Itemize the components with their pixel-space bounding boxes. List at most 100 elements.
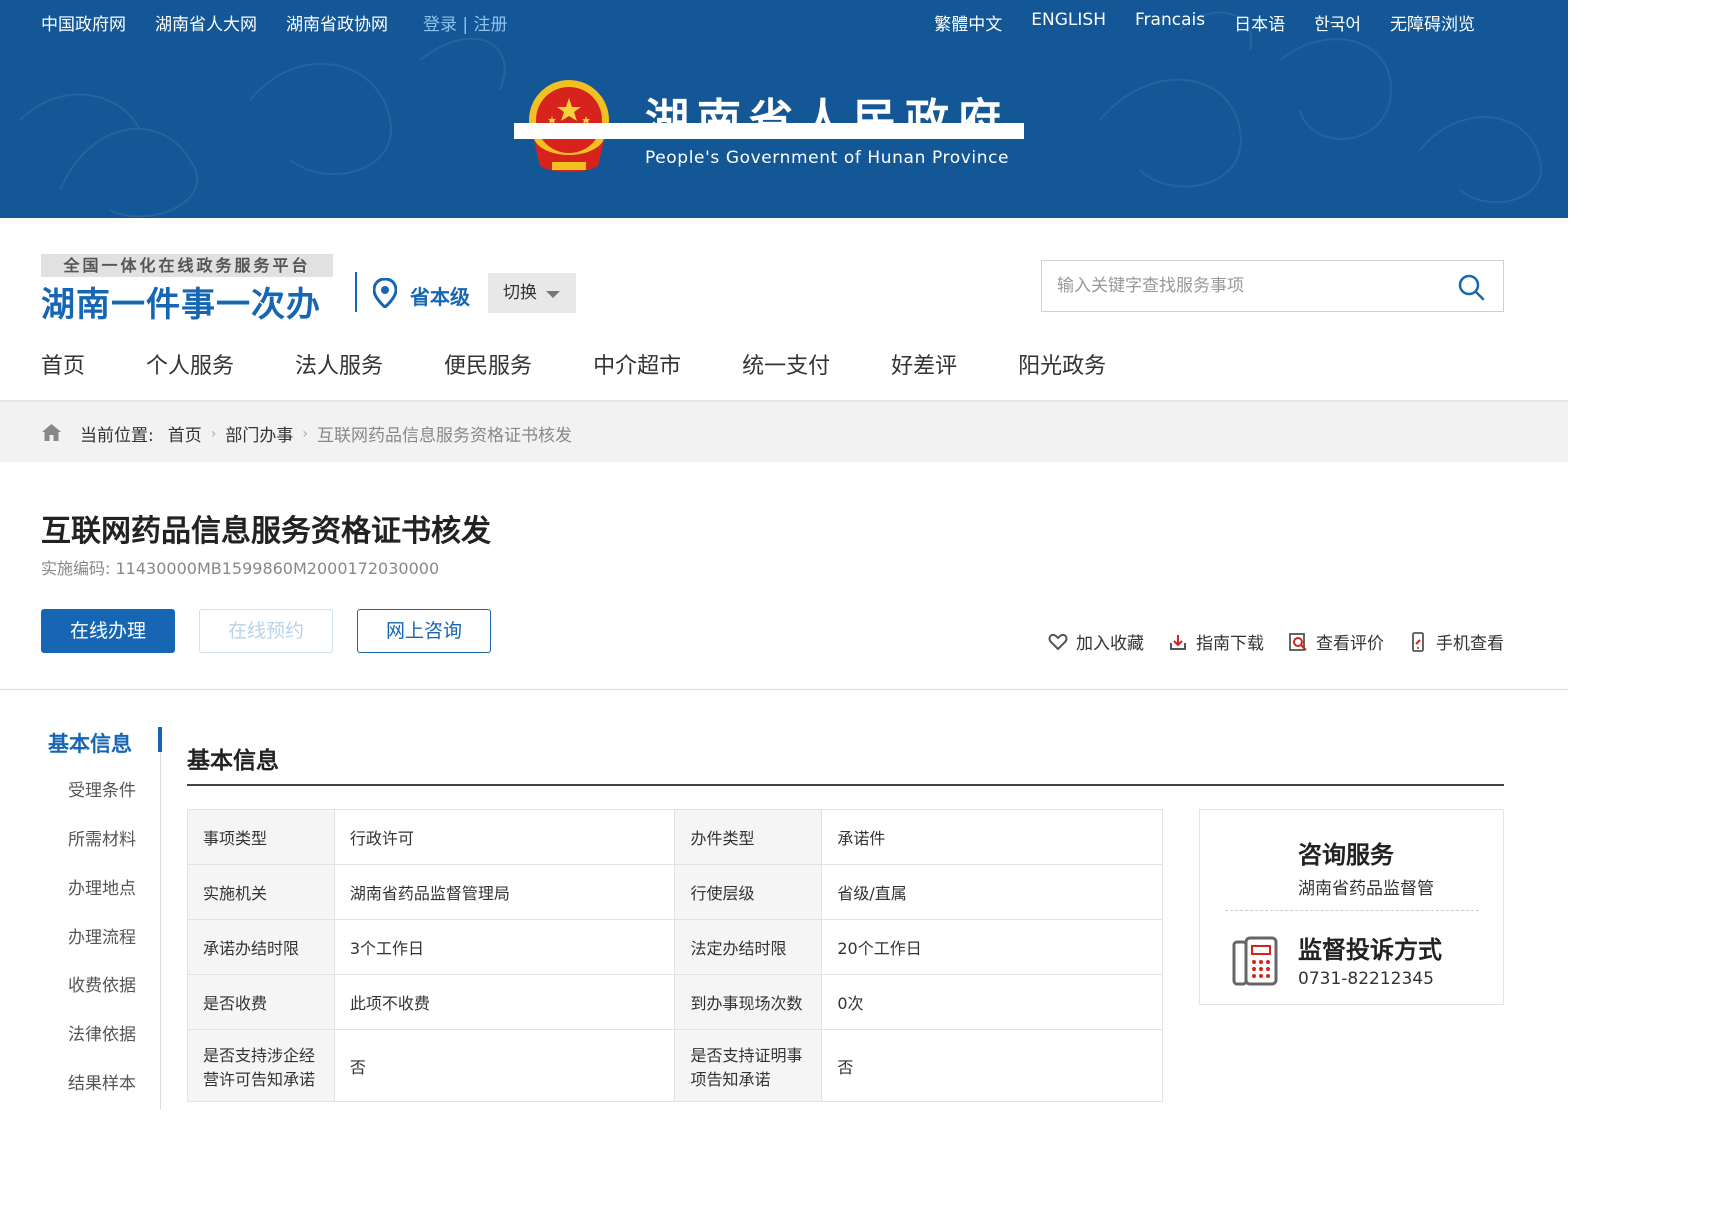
online-reserve-button[interactable]: 在线预约 (199, 609, 333, 653)
table-label: 实施机关 (187, 864, 335, 920)
brand-logo-text[interactable]: 湖南一件事一次办 (41, 277, 321, 326)
table-value: 行政许可 (333, 809, 676, 865)
table-value: 省级/直属 (821, 864, 1163, 920)
table-label: 到办事现场次数 (674, 974, 823, 1030)
online-consult-button[interactable]: 网上咨询 (357, 609, 491, 653)
heart-icon (1048, 633, 1068, 650)
region-switch-button[interactable]: 切换 (488, 273, 576, 313)
breadcrumb-department[interactable]: 部门办事 (225, 421, 293, 446)
table-value: 3个工作日 (333, 919, 676, 975)
title-overlay-bar (514, 123, 1024, 139)
nav-open-government[interactable]: 阳光政务 (1018, 348, 1106, 380)
search-box (1041, 260, 1504, 312)
nav-agency-market[interactable]: 中介超市 (593, 348, 681, 380)
table-row: 事项类型 行政许可 办件类型 承诺件 (187, 809, 1163, 865)
complaint-phone: 0731-82212345 (1298, 969, 1434, 989)
lang-traditional-chinese[interactable]: 繁體中文 (934, 10, 1002, 35)
favorite-link[interactable]: 加入收藏 (1048, 629, 1144, 654)
breadcrumb: 当前位置: 首页 › 部门办事 › 互联网药品信息服务资格证书核发 (0, 402, 1568, 462)
basic-info-table: 事项类型 行政许可 办件类型 承诺件 实施机关 湖南省药品监督管理局 行使层级 … (187, 809, 1163, 1102)
caret-down-icon (546, 291, 560, 298)
side-nav: 基本信息 受理条件 所需材料 办理地点 办理流程 收费依据 法律依据 结果样本 (0, 690, 163, 1110)
sidenav-item-process[interactable]: 办理流程 (68, 923, 136, 948)
section-title: 基本信息 (187, 748, 279, 774)
guide-download-link[interactable]: 指南下载 (1168, 629, 1264, 654)
table-value: 承诺件 (821, 809, 1163, 865)
implementation-code-value: 11430000MB1599860M2000172030000 (115, 559, 440, 578)
language-links: 繁體中文 ENGLISH Francais 日本语 한국어 无障碍浏览 (934, 10, 1475, 35)
top-links: 中国政府网 湖南省人大网 湖南省政协网 登录 | 注册 (41, 10, 508, 35)
nav-rating[interactable]: 好差评 (891, 348, 957, 380)
mobile-view-link[interactable]: 手机查看 (1408, 629, 1504, 654)
mobile-view-label: 手机查看 (1436, 634, 1504, 654)
table-label: 承诺办结时限 (187, 919, 335, 975)
view-rating-link[interactable]: 查看评价 (1288, 629, 1384, 654)
top-link-gov[interactable]: 中国政府网 (41, 10, 126, 35)
complaint-title: 监督投诉方式 (1298, 936, 1442, 964)
government-subtitle: People's Government of Hunan Province (645, 148, 1010, 168)
government-title: 湖南省人民政府 (645, 95, 1009, 128)
nav-legal-person[interactable]: 法人服务 (295, 348, 383, 380)
table-value: 否 (333, 1029, 676, 1102)
lang-english[interactable]: ENGLISH (1031, 10, 1106, 35)
register-link[interactable]: 注册 (474, 15, 508, 35)
sidenav-item-legal-basis[interactable]: 法律依据 (68, 1020, 136, 1045)
table-label: 是否支持证明事项告知承诺 (674, 1029, 823, 1102)
nav-personal[interactable]: 个人服务 (146, 348, 234, 380)
table-label: 办件类型 (674, 809, 823, 865)
consult-service-panel: 咨询服务 湖南省药品监督管 监督投诉方式 0731-82212345 (1199, 809, 1504, 1005)
section-title-rule (187, 784, 1504, 786)
breadcrumb-home[interactable]: 首页 (168, 421, 202, 446)
chevron-right-icon: › (210, 425, 217, 442)
search-icon[interactable] (1457, 273, 1485, 301)
tool-links: 加入收藏 指南下载 查看评价 手机查看 (1048, 629, 1504, 654)
login-link[interactable]: 登录 (423, 15, 457, 35)
section-divider (0, 689, 1568, 690)
mobile-phone-icon (1412, 631, 1424, 652)
breadcrumb-prefix: 当前位置: (80, 426, 154, 446)
implementation-code: 实施编码: 11430000MB1599860M2000172030000 (41, 555, 439, 579)
auth-links: 登录 | 注册 (423, 10, 508, 35)
sidenav-item-location[interactable]: 办理地点 (68, 874, 136, 899)
accessibility-link[interactable]: 无障碍浏览 (1390, 10, 1475, 35)
table-value: 0次 (821, 974, 1163, 1030)
breadcrumb-current: 互联网药品信息服务资格证书核发 (316, 426, 572, 446)
main-nav: 首页 个人服务 法人服务 便民服务 中介超市 统一支付 好差评 阳光政务 (41, 348, 1167, 380)
sidenav-item-materials[interactable]: 所需材料 (68, 825, 136, 850)
view-rating-label: 查看评价 (1316, 634, 1384, 654)
download-icon (1170, 634, 1186, 650)
sidenav-item-conditions[interactable]: 受理条件 (68, 776, 136, 801)
sidenav-item-sample[interactable]: 结果样本 (68, 1069, 136, 1094)
nav-unified-payment[interactable]: 统一支付 (742, 348, 830, 380)
online-apply-button[interactable]: 在线办理 (41, 609, 175, 653)
chevron-right-icon: › (302, 425, 308, 442)
location-pin-icon (373, 278, 397, 308)
lang-french[interactable]: Francais (1135, 10, 1205, 35)
nav-convenience[interactable]: 便民服务 (444, 348, 532, 380)
region-switch-label: 切换 (503, 283, 537, 303)
header-divider (355, 272, 357, 312)
region-label: 省本级 (410, 285, 470, 309)
consult-divider (1225, 910, 1479, 911)
table-value: 湖南省药品监督管理局 (333, 864, 676, 920)
lang-japanese[interactable]: 日本语 (1234, 10, 1285, 35)
favorite-label: 加入收藏 (1076, 634, 1144, 654)
nav-home[interactable]: 首页 (41, 348, 85, 380)
site-banner: 中国政府网 湖南省人大网 湖南省政协网 登录 | 注册 繁體中文 ENGLISH… (0, 0, 1568, 218)
table-value: 此项不收费 (333, 974, 676, 1030)
lang-korean[interactable]: 한국어 (1314, 10, 1361, 35)
platform-tag: 全国一体化在线政务服务平台 (41, 254, 333, 277)
sidenav-active-indicator (158, 727, 162, 752)
top-link-cppcc[interactable]: 湖南省政协网 (286, 10, 388, 35)
sidenav-item-fees[interactable]: 收费依据 (68, 971, 136, 996)
top-link-npc[interactable]: 湖南省人大网 (155, 10, 257, 35)
guide-download-label: 指南下载 (1196, 634, 1264, 654)
sidenav-item-basic-info[interactable]: 基本信息 (48, 728, 132, 758)
table-label: 法定办结时限 (674, 919, 823, 975)
table-row: 承诺办结时限 3个工作日 法定办结时限 20个工作日 (187, 919, 1163, 975)
table-label: 行使层级 (674, 864, 823, 920)
sidenav-divider (160, 752, 161, 1110)
table-label: 是否收费 (187, 974, 335, 1030)
search-input[interactable] (1042, 261, 1442, 311)
telephone-icon (1232, 936, 1278, 986)
